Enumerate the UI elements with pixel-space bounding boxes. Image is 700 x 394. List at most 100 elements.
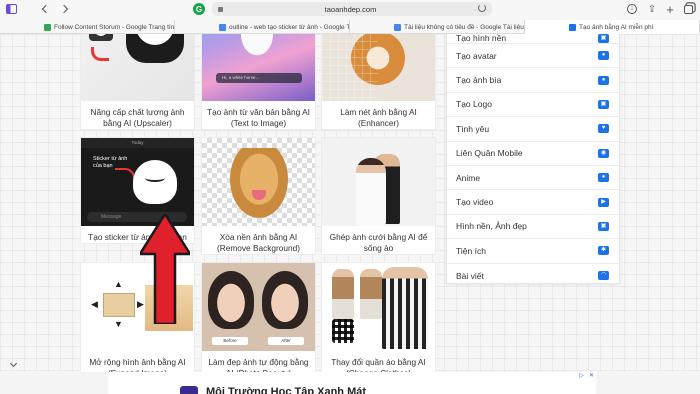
ad-headline: Môi Trường Học Tập Xanh Mát <box>206 386 367 394</box>
forward-button[interactable] <box>58 2 70 16</box>
download-icon: ↓ <box>627 4 637 14</box>
tool-card-upscaler[interactable]: Nâng cấp chất lượng ảnh bằng AI (Upscale… <box>80 34 195 130</box>
chat-date-label: Today <box>81 138 194 148</box>
user-icon: ● <box>598 75 609 85</box>
ad-banner[interactable]: Môi Trường Học Tập Xanh Mát <box>108 372 596 394</box>
browser-tab[interactable]: Follow Content Storum - Google Trang tín… <box>0 20 175 34</box>
chevron-left-icon <box>41 4 51 14</box>
menu-item[interactable]: Tạo ảnh bìa ● <box>447 68 619 93</box>
image-icon: ▣ <box>598 34 609 43</box>
menu-item-label: Hình nền, Ảnh đẹp <box>456 221 527 232</box>
grammarly-extension-button[interactable]: G <box>192 2 206 16</box>
menu-item-label: Liên Quân Mobile <box>456 148 523 159</box>
rss-icon: ◠ <box>598 271 609 281</box>
tool-card-text-to-image[interactable]: Hi, a white horse... Tạo ảnh từ văn bản … <box>201 34 316 130</box>
menu-item[interactable]: Tình yêu ♥ <box>447 117 619 142</box>
tab-favicon-icon <box>394 23 401 31</box>
tab-favicon-icon <box>44 23 51 31</box>
tool-card-change-clothes[interactable]: Thay đổi quần áo bằng AI (Change Clothes… <box>321 262 436 372</box>
reload-icon[interactable] <box>478 4 486 12</box>
menu-item-label: Tạo video <box>456 197 494 208</box>
ad-info-icon[interactable]: ▷ <box>578 373 585 380</box>
card-title: Xóa nền ảnh bằng AI (Remove Background) <box>216 232 300 253</box>
tool-card-enhancer[interactable]: Làm nét ảnh bằng AI (Enhancer) <box>321 34 436 130</box>
menu-item-label: Tiện ích <box>456 245 486 256</box>
red-arrow-annotation <box>140 214 190 324</box>
video-icon: ▶ <box>598 197 609 207</box>
sidebar-icon <box>5 4 17 14</box>
gamepad-icon: ◉ <box>598 148 609 158</box>
menu-item[interactable]: Tạo video ▶ <box>447 190 619 215</box>
browser-tab[interactable]: Tạo ảnh bằng AI miễn phí <box>525 20 700 34</box>
menu-item-label: Tạo Logo <box>456 99 492 110</box>
browser-toolbar: G taoanhdep.com ↓ ⇪ + Follow Content Sto… <box>0 0 700 34</box>
card-title: Mở rộng hình ảnh bằng AI (Expand Image) <box>89 357 186 372</box>
ad-logo <box>180 386 198 394</box>
menu-item[interactable]: Tạo hình nền ▣ <box>447 34 619 44</box>
browser-tab[interactable]: outline - web tạo sticker từ ảnh - Googl… <box>175 20 350 34</box>
tab-title: Tài liệu không có tiêu đề - Google Tài l… <box>404 23 524 31</box>
collapse-ad-button[interactable] <box>4 359 22 371</box>
menu-item-label: Bài viết <box>456 270 484 281</box>
tool-card-wedding[interactable]: Ghép ảnh cưới bằng AI để sống ảo <box>321 137 436 255</box>
change-clothes-thumbnail <box>322 263 435 351</box>
address-text: taoanhdep.com <box>324 4 377 14</box>
plus-icon: + <box>666 1 674 17</box>
ad-controls: ▷ ✕ <box>578 373 595 380</box>
tabs-icon <box>683 4 693 14</box>
card-title: Nâng cấp chất lượng ảnh bằng AI (Upscale… <box>90 107 185 128</box>
menu-item[interactable]: Liên Quân Mobile ◉ <box>447 142 619 166</box>
tab-title: Tạo ảnh bằng AI miễn phí <box>579 23 654 31</box>
menu-item[interactable]: Tạo Logo ▣ <box>447 93 619 118</box>
tab-overview-button[interactable] <box>682 3 694 15</box>
tool-card-photo-beauty[interactable]: Before After Làm đẹp ảnh tự động bằng AI… <box>201 262 316 372</box>
tab-title: outline - web tạo sticker từ ảnh - Googl… <box>229 23 350 31</box>
chevron-right-icon <box>59 4 69 14</box>
tab-bar: Follow Content Storum - Google Trang tín… <box>0 20 700 34</box>
menu-item-label: Tạo hình nền <box>456 34 507 43</box>
before-label: Before <box>212 337 248 345</box>
share-button[interactable]: ⇪ <box>646 3 658 15</box>
remove-background-thumbnail <box>202 138 315 226</box>
menu-item-label: Tình yêu <box>456 123 490 134</box>
text-to-image-thumbnail: Hi, a white horse... <box>202 34 315 101</box>
image-icon: ▣ <box>598 221 609 231</box>
upscaler-thumbnail <box>81 34 194 101</box>
card-title: Tạo ảnh từ văn bản bằng AI (Text to Imag… <box>207 107 310 128</box>
menu-item[interactable]: Tiện ích ✱ <box>447 239 619 264</box>
menu-item[interactable]: Hình nền, Ảnh đẹp ▣ <box>447 215 619 240</box>
card-title: Làm nét ảnh bằng AI (Enhancer) <box>340 107 417 128</box>
photo-beauty-thumbnail: Before After <box>202 263 315 351</box>
address-bar[interactable]: taoanhdep.com <box>212 2 492 16</box>
enhancer-thumbnail <box>322 34 435 101</box>
lock-icon <box>218 6 223 12</box>
browser-tab[interactable]: Tài liệu không có tiêu đề - Google Tài l… <box>350 20 525 34</box>
share-icon: ⇪ <box>647 3 657 15</box>
menu-item[interactable]: Bài viết ◠ <box>447 264 619 288</box>
grammarly-icon: G <box>193 3 205 15</box>
user-icon: ● <box>598 51 609 61</box>
tools-icon: ✱ <box>598 246 609 256</box>
tool-card-remove-background[interactable]: Xóa nền ảnh bằng AI (Remove Background) <box>201 137 316 255</box>
tab-title: Follow Content Storum - Google Trang tín… <box>54 23 175 31</box>
back-button[interactable] <box>40 2 52 16</box>
card-title: Ghép ảnh cưới bằng AI để sống ảo <box>329 232 428 253</box>
chevron-down-icon <box>9 359 17 368</box>
heart-icon: ♥ <box>598 124 609 134</box>
prompt-preview: Hi, a white horse... <box>216 73 302 83</box>
sticker-thumbnail: Today Sticker từ ảnh của bạn Message <box>81 138 194 226</box>
tab-favicon-icon <box>219 23 226 31</box>
menu-item-label: Anime <box>456 172 481 183</box>
ad-close-icon[interactable]: ✕ <box>588 373 595 380</box>
user-icon: ● <box>598 173 609 183</box>
menu-item[interactable]: Anime ● <box>447 166 619 191</box>
menu-item[interactable]: Tạo avatar ● <box>447 44 619 69</box>
card-title: Làm đẹp ảnh tự động bằng AI (Photo Beaut… <box>208 357 309 372</box>
downloads-button[interactable]: ↓ <box>626 3 638 15</box>
sidebar-toggle-button[interactable] <box>4 2 18 16</box>
category-menu: Tạo hình nền ▣ Tạo avatar ● Tạo ảnh bìa ● Tạo … <box>446 34 620 284</box>
card-title: Thay đổi quần áo bằng AI (Change Clothes… <box>331 357 426 372</box>
after-label: After <box>268 337 304 345</box>
picture-icon: ▣ <box>598 99 609 109</box>
new-tab-button[interactable]: + <box>664 1 676 17</box>
